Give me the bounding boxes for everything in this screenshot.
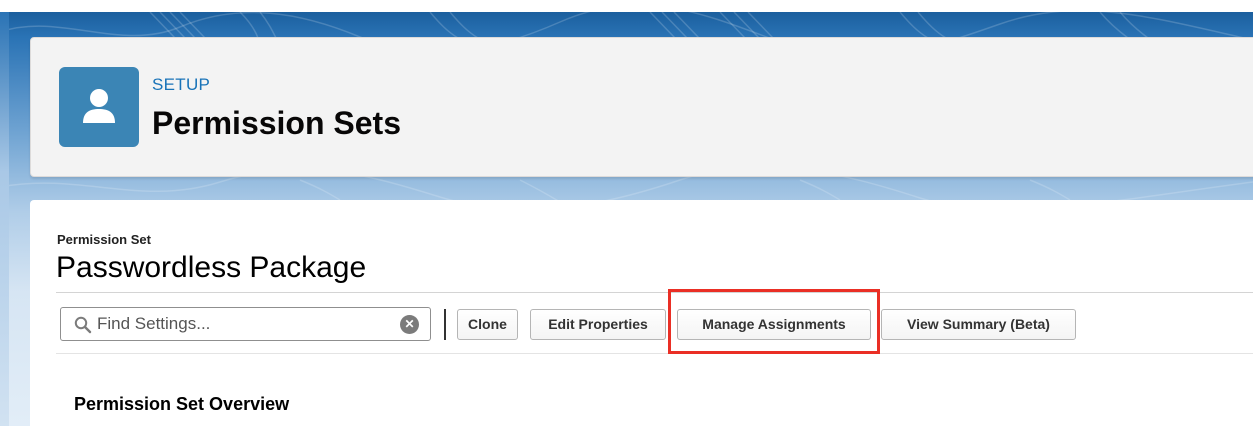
find-settings-search[interactable]: ✕	[60, 307, 431, 341]
setup-label: SETUP	[152, 75, 211, 94]
highlight-annotation	[668, 289, 880, 354]
clone-button[interactable]: Clone	[457, 309, 518, 340]
page-title: Permission Sets	[152, 105, 401, 141]
overview-heading: Permission Set Overview	[74, 394, 290, 414]
user-icon	[83, 89, 115, 123]
record-name: Passwordless Package	[56, 251, 367, 284]
toolbar-bottom-divider	[56, 353, 1253, 354]
edit-properties-button[interactable]: Edit Properties	[530, 309, 666, 340]
search-icon	[74, 316, 92, 334]
toolbar-separator	[444, 309, 446, 340]
search-input[interactable]	[97, 311, 397, 337]
record-type-label: Permission Set	[57, 232, 151, 247]
left-edge-strip	[0, 12, 9, 426]
header-icon-tile	[59, 67, 139, 147]
toolbar-top-divider	[56, 292, 1253, 293]
clear-icon[interactable]: ✕	[400, 315, 419, 334]
view-summary-button[interactable]: View Summary (Beta)	[881, 309, 1076, 340]
